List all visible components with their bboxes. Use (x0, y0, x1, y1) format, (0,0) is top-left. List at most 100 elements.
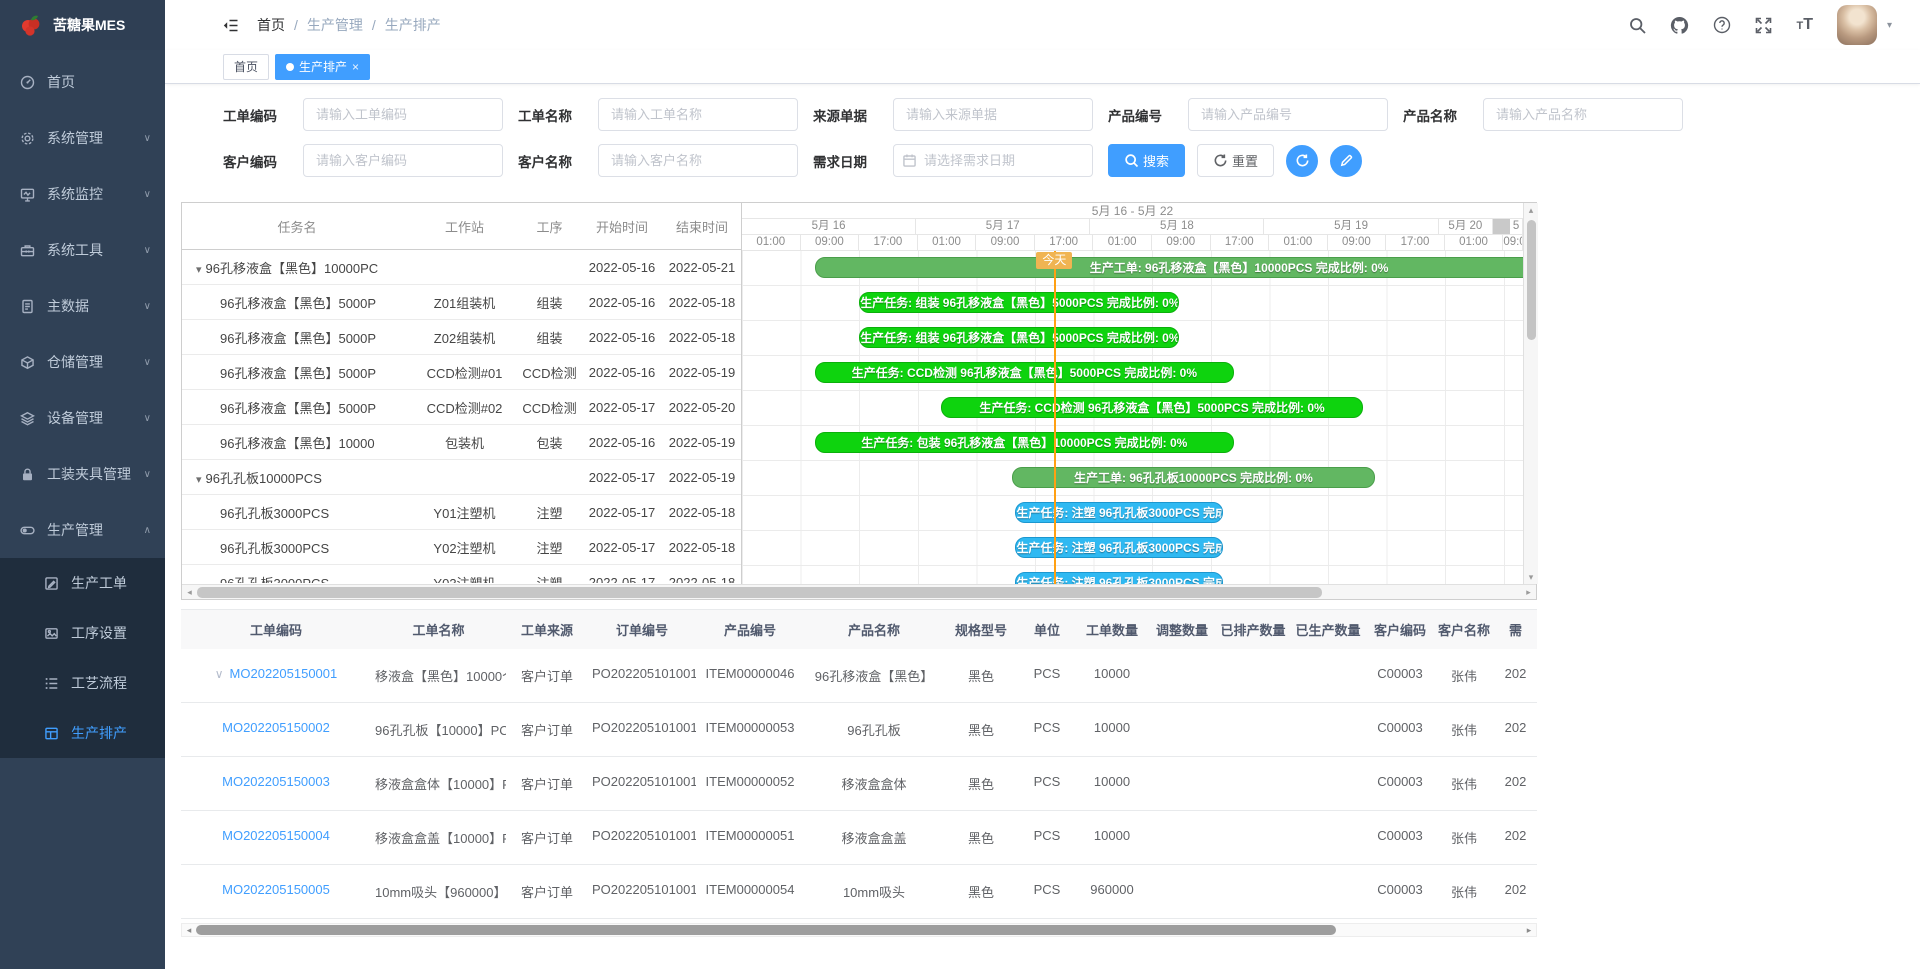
scroll-left-icon[interactable]: ◂ (182, 925, 196, 936)
avatar[interactable] (1837, 5, 1877, 45)
gantt-range-label: 5月 16 - 5月 22 (742, 203, 1523, 219)
breadcrumb-item[interactable]: 生产排产 (385, 15, 441, 35)
input-产品编号[interactable] (1188, 98, 1388, 131)
orders-cell: PCS (1018, 757, 1076, 810)
gantt-bar-row: 生产任务: 组装 96孔移液盒【黑色】5000PCS 完成比例: 0% (742, 286, 1523, 321)
horizontal-scroll-thumb[interactable] (196, 925, 1336, 935)
breadcrumb-item[interactable]: 生产管理 (307, 15, 363, 35)
github-icon[interactable] (1670, 16, 1689, 35)
orders-cell (1290, 811, 1366, 864)
help-icon[interactable] (1713, 16, 1731, 34)
gantt-task-bar[interactable]: 生产任务: 注塑 96孔孔板3000PCS 完成 (1015, 537, 1223, 558)
timeline-day-5月 18: 5月 18 (1090, 219, 1264, 234)
input-来源单据[interactable] (893, 98, 1093, 131)
orders-horizontal-scrollbar[interactable]: ◂ ▸ (181, 923, 1537, 937)
tree-expand-icon[interactable]: ▾ (196, 264, 202, 276)
horizontal-scroll-thumb[interactable] (197, 587, 1322, 598)
sidebar-item-生产工单[interactable]: 生产工单 (0, 558, 165, 608)
row-expand-icon[interactable]: ∨ (215, 667, 224, 681)
gantt-task-bar[interactable]: 生产任务: CCD检测 96孔移液盒【黑色】5000PCS 完成比例: 0% (941, 397, 1363, 418)
tree-expand-icon[interactable]: ▾ (196, 474, 202, 486)
orders-cell (1290, 757, 1366, 810)
today-marker-line (1054, 251, 1056, 584)
sidebar-item-生产排产[interactable]: 生产排产 (0, 708, 165, 758)
gantt-task-bar[interactable]: 生产任务: 组装 96孔移液盒【黑色】5000PCS 完成比例: 0% (859, 292, 1179, 313)
font-size-big-t: T (1803, 16, 1813, 33)
tab-close-icon[interactable]: × (352, 60, 359, 74)
gantt-workorder-bar[interactable]: 生产工单: 96孔孔板10000PCS 完成比例: 0% (1012, 467, 1374, 488)
scroll-up-icon[interactable]: ▴ (1529, 203, 1534, 217)
sidebar-item-label: 生产管理 (47, 520, 132, 540)
gantt-vertical-scrollbar[interactable]: ▴ ▾ (1523, 203, 1538, 584)
scroll-down-icon[interactable]: ▾ (1529, 570, 1534, 584)
sidebar-item-工装夹具管理[interactable]: 工装夹具管理∨ (0, 446, 165, 502)
vertical-scroll-thumb[interactable] (1527, 220, 1536, 340)
scroll-left-icon[interactable]: ◂ (182, 587, 197, 598)
input-需求日期[interactable] (893, 144, 1093, 177)
gantt-task-bar[interactable]: 生产任务: 注塑 96孔孔板3000PCS 完成 (1015, 502, 1223, 523)
gantt-task-row: ▾96孔孔板10000PCS2022-05-172022-05-19 (182, 460, 741, 495)
sidebar-collapse-icon[interactable] (223, 18, 239, 33)
edit-button[interactable] (1330, 145, 1362, 177)
orders-cell: 10000 (1076, 703, 1148, 756)
sidebar-item-工序设置[interactable]: 工序设置 (0, 608, 165, 658)
gantt-day-header: 5月 165月 175月 185月 195月 205 (742, 219, 1523, 235)
search-icon[interactable] (1629, 17, 1646, 34)
orders-cell: ITEM00000053 (696, 703, 804, 756)
input-工单编码[interactable] (303, 98, 503, 131)
search-button[interactable]: 搜索 (1108, 144, 1185, 177)
table-row: MO202205150003移液盒盒体【10000】PCS客户订单PO20220… (181, 757, 1537, 811)
gantt-task-bar[interactable]: 生产任务: 包装 96孔移液盒【黑色】10000PCS 完成比例: 0% (815, 432, 1234, 453)
reset-button[interactable]: 重置 (1197, 144, 1274, 177)
sidebar-item-工艺流程[interactable]: 工艺流程 (0, 658, 165, 708)
tab-首页[interactable]: 首页 (223, 54, 269, 80)
font-size-icon[interactable]: TT (1796, 16, 1813, 34)
gantt-task-end: 2022-05-18 (662, 295, 741, 310)
sidebar-item-系统工具[interactable]: 系统工具∨ (0, 222, 165, 278)
gantt-horizontal-scrollbar[interactable]: ◂ ▸ (182, 584, 1536, 599)
gantt-task-row: 96孔移液盒【黑色】5000PCCD检测#02CCD检测2022-05-1720… (182, 390, 741, 425)
gantt-task-end: 2022-05-18 (662, 540, 741, 555)
sync-button[interactable] (1286, 145, 1318, 177)
gantt-task-name: 96孔移液盒【黑色】5000P (182, 293, 412, 312)
sidebar-item-生产管理[interactable]: 生产管理∧ (0, 502, 165, 558)
timeline-hour-cell: 17:00 (1035, 235, 1094, 250)
orders-cell: 202 (1494, 757, 1537, 810)
input-工单名称[interactable] (598, 98, 798, 131)
breadcrumb-separator: / (294, 17, 298, 33)
sidebar-item-主数据[interactable]: 主数据∨ (0, 278, 165, 334)
tab-生产排产[interactable]: 生产排产× (275, 54, 370, 80)
sidebar-item-首页[interactable]: 首页 (0, 54, 165, 110)
calendar-icon (902, 153, 917, 168)
app-logo[interactable]: 苦糖果MES (0, 0, 165, 50)
workorder-code-link[interactable]: MO202205150001 (230, 666, 338, 681)
gantt-task-bar[interactable]: 生产任务: 注塑 96孔孔板3000PCS 完成 (1015, 572, 1223, 584)
filter-label: 产品名称 (1403, 105, 1469, 125)
input-产品名称[interactable] (1483, 98, 1683, 131)
workorder-code-link[interactable]: MO202205150002 (222, 720, 330, 735)
sidebar-item-系统管理[interactable]: 系统管理∨ (0, 110, 165, 166)
workorder-code-link[interactable]: MO202205150003 (222, 774, 330, 789)
list-icon (44, 676, 59, 691)
gantt-task-end: 2022-05-19 (662, 365, 741, 380)
fullscreen-icon[interactable] (1755, 17, 1772, 34)
scroll-right-icon[interactable]: ▸ (1521, 587, 1536, 598)
gantt-task-start: 2022-05-17 (582, 505, 662, 520)
workorder-code-link[interactable]: MO202205150004 (222, 828, 330, 843)
sidebar-item-仓储管理[interactable]: 仓储管理∨ (0, 334, 165, 390)
input-客户名称[interactable] (598, 144, 798, 177)
gantt-task-bar[interactable]: 生产任务: CCD检测 96孔移液盒【黑色】5000PCS 完成比例: 0% (815, 362, 1234, 383)
gantt-column-任务名: 任务名 (182, 217, 412, 236)
orders-cell: C00003 (1366, 865, 1434, 918)
input-客户编码[interactable] (303, 144, 503, 177)
breadcrumb-item[interactable]: 首页 (257, 15, 285, 35)
gantt-task-bar[interactable]: 生产任务: 组装 96孔移液盒【黑色】5000PCS 完成比例: 0% (859, 327, 1179, 348)
scroll-right-icon[interactable]: ▸ (1522, 925, 1536, 936)
sidebar-item-系统监控[interactable]: 系统监控∨ (0, 166, 165, 222)
workorder-code-link[interactable]: MO202205150005 (222, 882, 330, 897)
sidebar-item-label: 工装夹具管理 (47, 464, 132, 484)
gantt-workorder-bar[interactable]: 生产工单: 96孔移液盒【黑色】10000PCS 完成比例: 0% (815, 257, 1523, 278)
sidebar-item-设备管理[interactable]: 设备管理∨ (0, 390, 165, 446)
top-navbar: 首页/生产管理/生产排产 (165, 0, 1920, 50)
chevron-down-icon[interactable]: ▾ (1887, 20, 1892, 31)
